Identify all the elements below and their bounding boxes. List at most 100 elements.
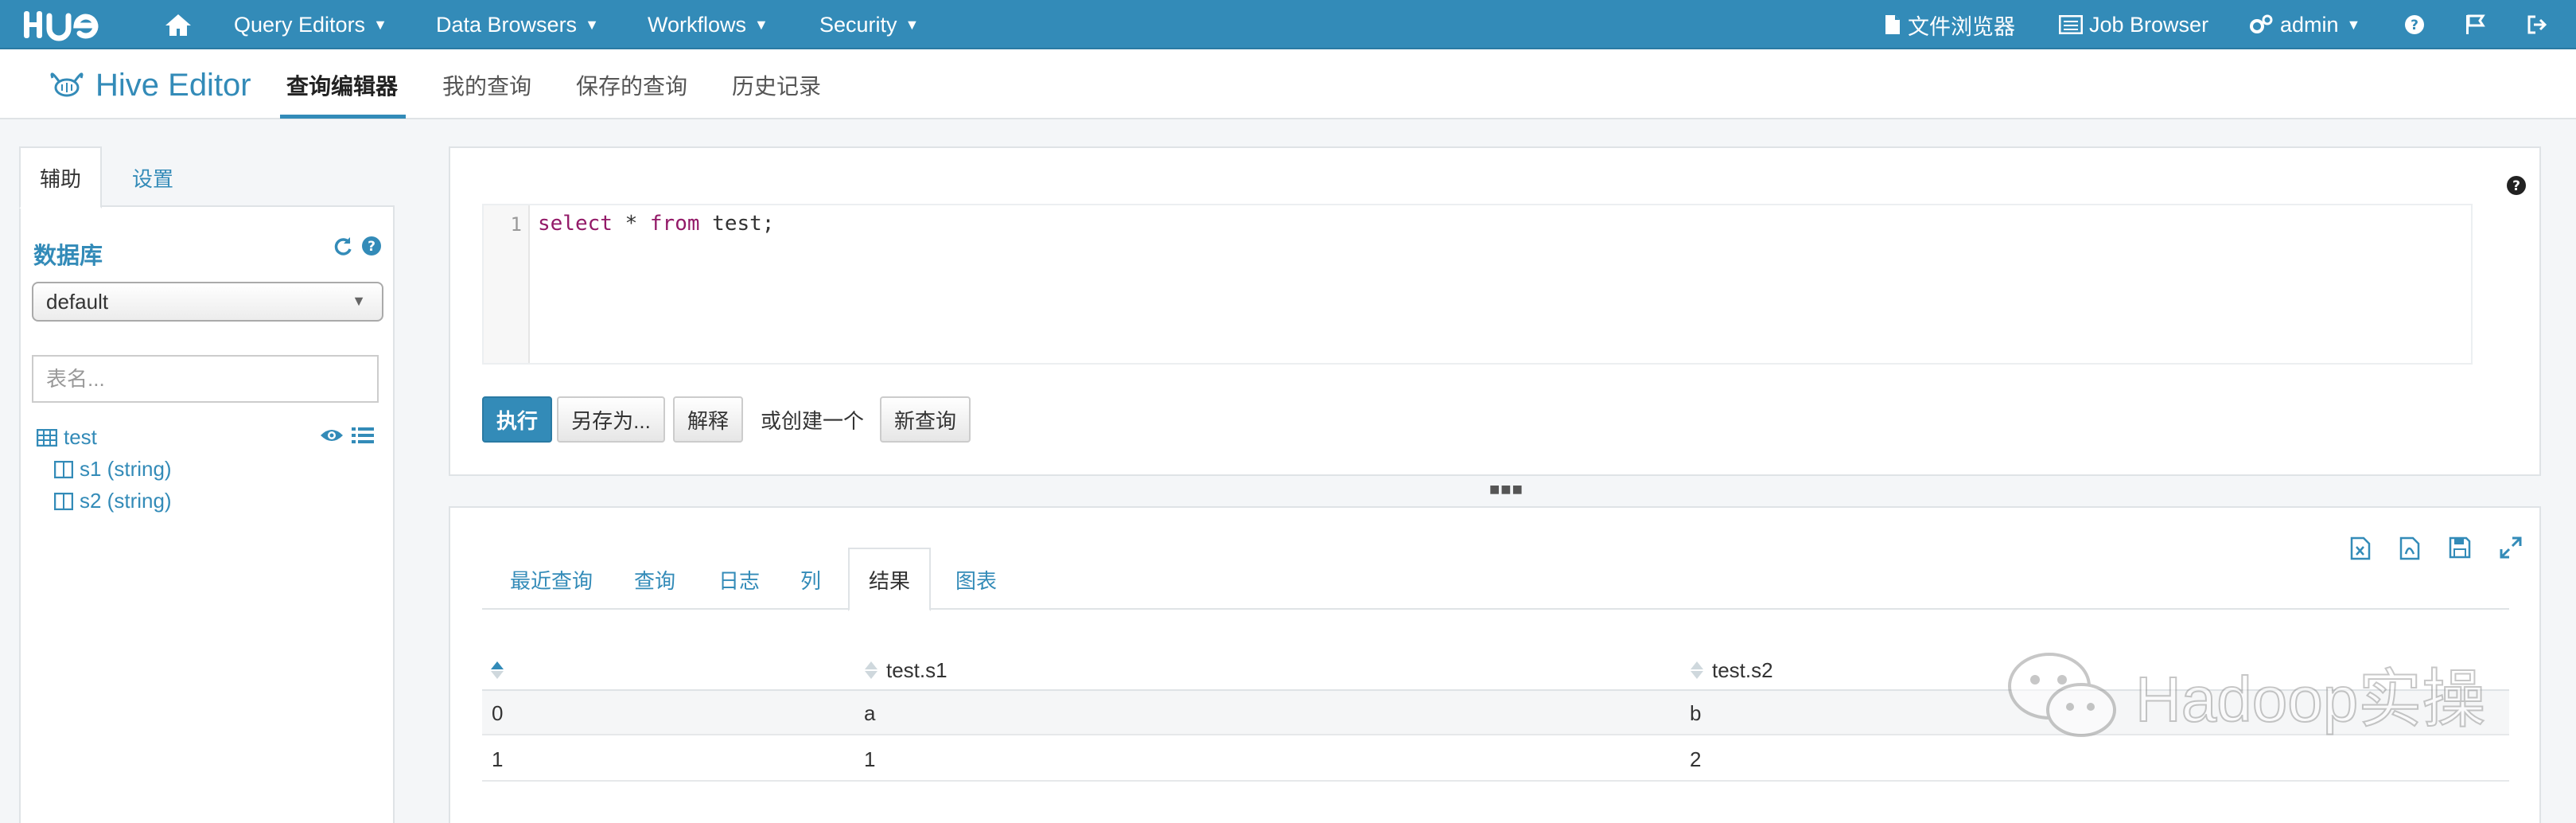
nav-job-browser-label: Job Browser (2089, 12, 2209, 37)
database-select[interactable]: default ▼ (32, 282, 383, 322)
nav-data-browsers[interactable]: Data Browsers ▼ (436, 0, 599, 49)
tab-query-editor[interactable]: 查询编辑器 (286, 67, 398, 103)
tab-log[interactable]: 日志 (703, 549, 775, 610)
svg-text:?: ? (368, 239, 376, 255)
tab-query[interactable]: 查询 (619, 549, 691, 610)
table-cell: 2 (1690, 747, 1702, 771)
svg-text:?: ? (2512, 178, 2520, 194)
hue-logo[interactable] (22, 8, 118, 41)
tab-log-label: 日志 (718, 568, 760, 593)
column-icon (54, 492, 73, 510)
sort-up-icon (491, 661, 504, 679)
table-actions (320, 427, 374, 444)
new-query-button[interactable]: 新查询 (880, 396, 971, 443)
tab-saved-queries-label: 保存的查询 (576, 74, 688, 99)
nav-security[interactable]: Security ▼ (819, 0, 919, 49)
database-label: 数据库 (33, 244, 103, 269)
chevron-down-icon: ▼ (754, 16, 769, 33)
assist-panel: 辅助 设置 数据库 ? default ▼ test s1 (string) s… (19, 146, 395, 823)
execute-button[interactable]: 执行 (482, 396, 552, 443)
chevron-down-icon: ▼ (905, 16, 920, 33)
help-icon[interactable]: ? (2506, 175, 2527, 201)
column-header-label: test.s2 (1712, 657, 1773, 682)
code-text: * (612, 212, 650, 236)
editor-gutter: 1 (484, 205, 530, 363)
refresh-icon[interactable] (333, 236, 353, 256)
nav-job-browser[interactable]: Job Browser (2059, 0, 2208, 49)
app-title-label: Hive Editor (95, 67, 251, 103)
database-actions: ? (333, 236, 382, 256)
tab-saved-queries[interactable]: 保存的查询 (576, 67, 687, 103)
tree-column-s2[interactable]: s2 (string) (54, 489, 172, 513)
tab-recent-queries[interactable]: 最近查询 (500, 549, 603, 610)
tab-history-label: 历史记录 (732, 74, 822, 99)
sort-icon (865, 661, 877, 679)
code-editor[interactable]: 1 select * from test; (482, 204, 2473, 365)
active-tab-indicator (280, 115, 406, 119)
code-line: select * from test; (538, 212, 774, 236)
database-select-value: default (46, 289, 109, 314)
nav-user-menu[interactable]: admin ▼ (2248, 0, 2360, 49)
table-cell: a (864, 700, 876, 725)
tab-settings[interactable]: 设置 (110, 146, 196, 209)
column-header-test-s2[interactable]: test.s2 (1690, 649, 1773, 691)
download-csv-icon[interactable] (2399, 536, 2420, 560)
nav-query-editors-label: Query Editors (234, 12, 366, 37)
tab-columns[interactable]: 列 (784, 549, 837, 610)
chevron-down-icon: ▼ (2346, 16, 2361, 33)
save-as-button[interactable]: 另存为... (557, 396, 665, 443)
tree-column-label: s2 (string) (80, 489, 172, 513)
file-icon (1885, 15, 1900, 34)
tab-results-label: 结果 (868, 568, 910, 593)
sort-icon (1691, 661, 1703, 679)
hive-bee-icon (50, 72, 84, 97)
table-name-filter-input[interactable] (32, 355, 379, 403)
top-navbar: Query Editors ▼ Data Browsers ▼ Workflow… (0, 0, 2576, 49)
save-icon[interactable] (2449, 536, 2471, 559)
tab-settings-label: 设置 (131, 166, 173, 191)
tree-column-s1[interactable]: s1 (string) (54, 457, 172, 482)
nav-workflows-label: Workflows (648, 12, 747, 37)
or-create-text: 或创建一个 (761, 408, 865, 433)
column-header-test-s1[interactable]: test.s1 (864, 649, 948, 691)
logout-icon[interactable] (2527, 0, 2549, 49)
flag-icon[interactable] (2465, 0, 2485, 49)
nav-workflows[interactable]: Workflows ▼ (648, 0, 769, 49)
app-header: Hive Editor 查询编辑器 我的查询 保存的查询 历史记录 (0, 49, 2576, 119)
explain-button[interactable]: 解释 (673, 396, 743, 443)
download-excel-icon[interactable] (2350, 536, 2371, 560)
tree-table-label: test (64, 425, 97, 449)
code-keyword: from (649, 212, 700, 236)
expand-icon[interactable] (2500, 536, 2522, 559)
help-icon[interactable]: ? (361, 236, 382, 256)
svg-text:?: ? (2411, 18, 2418, 33)
nav-query-editors[interactable]: Query Editors ▼ (234, 0, 387, 49)
tab-assist[interactable]: 辅助 (19, 146, 102, 209)
tab-recent-queries-label: 最近查询 (509, 568, 593, 593)
table-cell: 1 (864, 747, 876, 771)
cogs-icon (2250, 14, 2273, 33)
home-icon[interactable] (164, 0, 193, 49)
tab-columns-label: 列 (800, 568, 821, 593)
tree-table-test[interactable]: test (37, 425, 97, 450)
list-icon[interactable] (352, 427, 374, 444)
nav-file-browser-label: 文件浏览器 (1908, 14, 2015, 39)
tab-history[interactable]: 历史记录 (732, 67, 821, 103)
caret-down-icon: ▼ (352, 293, 366, 309)
app-title[interactable]: Hive Editor (46, 65, 251, 105)
column-icon (54, 460, 73, 478)
chevron-down-icon: ▼ (585, 16, 599, 33)
tab-my-queries[interactable]: 我的查询 (442, 67, 531, 103)
editor-card: ? 1 select * from test; 执行 另存为... 解释 或创建… (449, 146, 2541, 476)
nav-user-label: admin (2280, 12, 2339, 37)
table-row (482, 737, 2509, 782)
table-icon (37, 428, 57, 447)
nav-file-browser[interactable]: 文件浏览器 (1884, 0, 2015, 49)
resize-handle[interactable]: ■■■ (1489, 479, 1523, 500)
tab-results[interactable]: 结果 (848, 548, 931, 611)
eye-icon[interactable] (320, 427, 344, 444)
tab-chart[interactable]: 图表 (940, 549, 1012, 610)
column-header-index[interactable] (490, 649, 504, 691)
tab-my-queries-label: 我的查询 (442, 74, 532, 99)
help-icon[interactable]: ? (2404, 0, 2425, 49)
